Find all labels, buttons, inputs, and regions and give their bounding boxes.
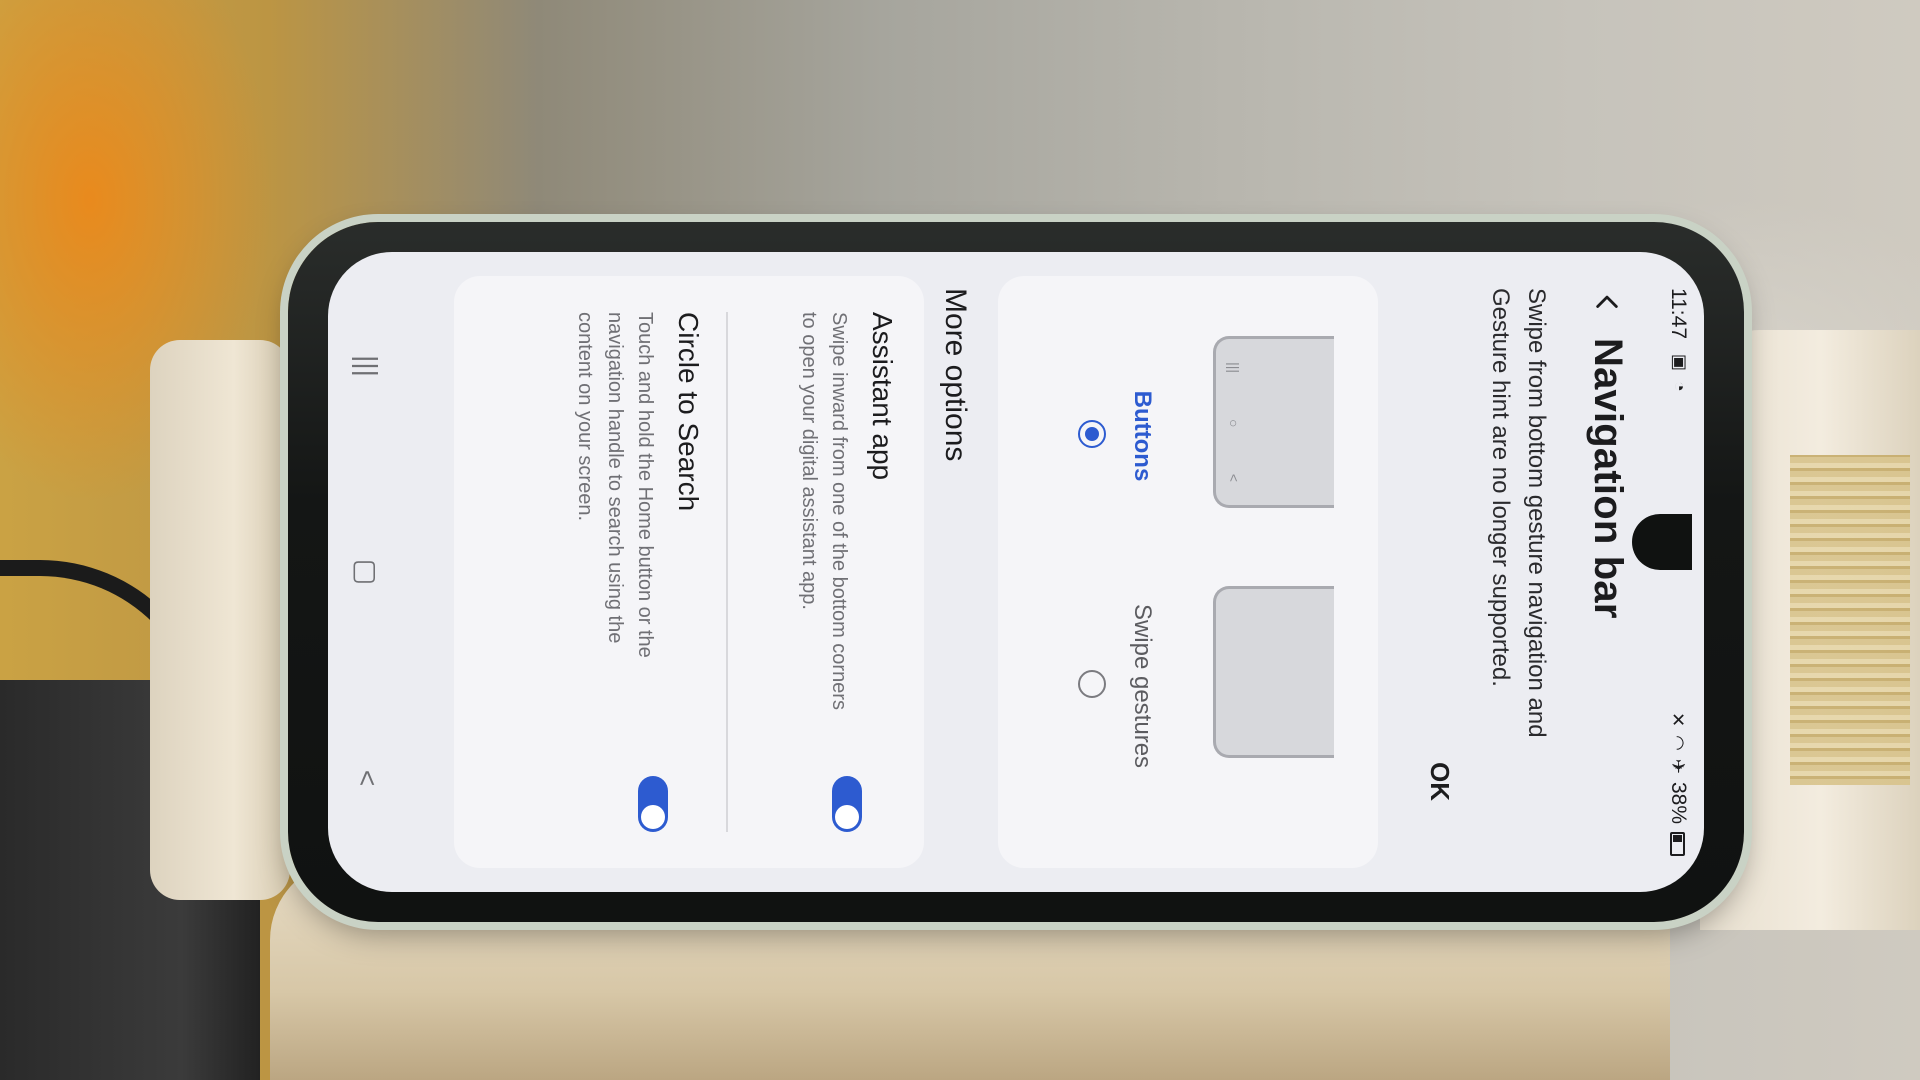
buttons-radio[interactable] <box>1078 420 1106 448</box>
nav-option-swipe-gestures[interactable]: Swipe gestures <box>1014 566 1354 806</box>
sync-icon: ◔ <box>1670 381 1690 392</box>
status-left-icons: ▣ ◔ <box>1669 354 1690 392</box>
settings-divider <box>726 312 728 832</box>
circle-to-search-toggle[interactable] <box>638 776 668 832</box>
ok-button[interactable]: OK <box>1418 762 1462 842</box>
back-arrow-icon <box>1596 295 1618 308</box>
system-navigation-bar: ||| ▢ < <box>328 252 404 892</box>
phone-body: 11:47 ▣ ◔ ✕ ◠ ✈ 38% Navigation bar Swipe… <box>288 222 1744 922</box>
unsupported-notice: Swipe from bottom gesture navigation and… <box>1487 288 1550 738</box>
circle-to-search-description: Touch and hold the Home button or the na… <box>574 312 656 658</box>
phone-stand-left <box>150 340 290 900</box>
status-bar: 11:47 ▣ ◔ ✕ ◠ ✈ 38% <box>1660 252 1704 892</box>
screen-content: 11:47 ▣ ◔ ✕ ◠ ✈ 38% Navigation bar Swipe… <box>328 252 1704 892</box>
mute-icon: ✕ <box>1668 712 1689 728</box>
assistant-app-toggle[interactable] <box>832 776 862 832</box>
airplane-icon: ✈ <box>1668 758 1689 774</box>
home-button[interactable]: ▢ <box>342 542 392 602</box>
navigation-type-card: ||| ○ < Buttons Swipe gestures <box>998 276 1378 868</box>
more-options-title: More options <box>939 288 972 462</box>
photo-icon: ▣ <box>1670 354 1690 372</box>
setting-assistant-app[interactable]: Assistant app Swipe inward from one of t… <box>794 312 898 832</box>
buttons-preview-bar: ||| ○ < <box>1226 339 1242 505</box>
recents-button[interactable]: ||| <box>342 336 392 396</box>
preview-back-icon: < <box>1226 473 1242 482</box>
nav-option-buttons[interactable]: ||| ○ < Buttons <box>1014 316 1354 556</box>
assistant-app-description: Swipe inward from one of the bottom corn… <box>798 312 850 710</box>
back-button[interactable] <box>1580 276 1634 330</box>
battery-percent: 38% <box>1667 781 1690 824</box>
gestures-preview <box>1213 586 1334 758</box>
circle-to-search-title: Circle to Search <box>673 312 704 512</box>
buttons-label: Buttons <box>1129 390 1156 482</box>
app-bar: Navigation bar <box>1564 252 1642 892</box>
assistant-app-title: Assistant app <box>867 312 898 481</box>
more-options-card: Assistant app Swipe inward from one of t… <box>454 276 924 868</box>
setting-circle-to-search[interactable]: Circle to Search Touch and hold the Home… <box>570 312 704 832</box>
page-title: Navigation bar <box>1586 338 1630 619</box>
buttons-preview: ||| ○ < <box>1213 336 1334 508</box>
status-right: ✕ ◠ ✈ 38% <box>1666 712 1690 856</box>
wifi-icon: ◠ <box>1668 735 1689 751</box>
preview-recents-icon: ||| <box>1226 362 1242 373</box>
phone-screen: 11:47 ▣ ◔ ✕ ◠ ✈ 38% Navigation bar Swipe… <box>328 252 1704 892</box>
system-back-button[interactable]: < <box>342 748 392 808</box>
swipe-gestures-radio[interactable] <box>1078 670 1106 698</box>
camera-notch <box>1632 514 1692 570</box>
battery-icon <box>1670 832 1686 856</box>
background-label-sticker <box>1790 455 1910 785</box>
status-time: 11:47 <box>1667 288 1690 339</box>
preview-home-icon: ○ <box>1226 419 1242 428</box>
swipe-gestures-label: Swipe gestures <box>1129 603 1156 769</box>
